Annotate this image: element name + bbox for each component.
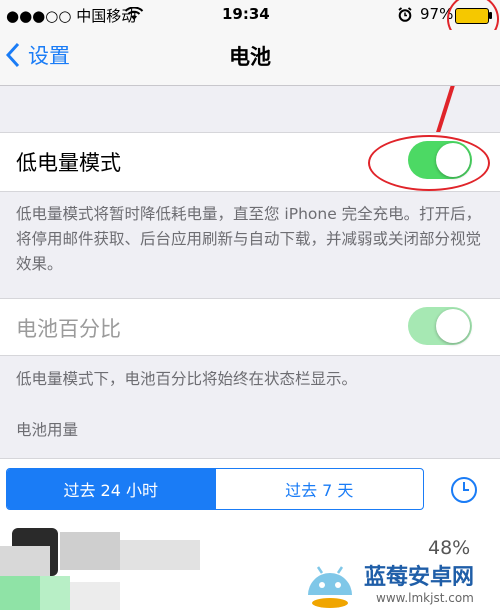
low-power-note: 低电量模式将暂时降低耗电量，直至您 iPhone 完全充电。打开后，将停用邮件获… <box>16 205 482 273</box>
carrier-label: ●●●○○ 中国移动 <box>6 7 137 25</box>
clock-icon[interactable] <box>450 476 478 504</box>
battery-percentage-toggle[interactable] <box>408 307 472 345</box>
page-title: 电池 <box>229 45 271 69</box>
usage-period-segmented-control[interactable]: 过去 24 小时 过去 7 天 <box>6 468 424 510</box>
android-logo-icon <box>308 566 352 608</box>
battery-percentage-label: 电池百分比 <box>16 317 121 341</box>
clock-time: 19:34 <box>222 5 270 23</box>
battery-percentage-note: 低电量模式下，电池百分比将始终在状态栏显示。 <box>16 370 358 388</box>
segment-last-24-hours[interactable]: 过去 24 小时 <box>7 469 215 509</box>
low-power-label: 低电量模式 <box>16 151 121 175</box>
usage-section-header: 电池用量 <box>16 421 79 439</box>
wifi-icon <box>124 7 144 20</box>
alarm-icon <box>398 7 412 22</box>
segment-last-7-days[interactable]: 过去 7 天 <box>214 469 424 509</box>
watermark: 蓝莓安卓网 www.lmkjst.com <box>300 555 500 613</box>
watermark-name: 蓝莓安卓网 <box>364 565 475 590</box>
annotation-circle-toggle <box>368 135 490 191</box>
toggle-knob <box>436 309 470 343</box>
blurred-app-info <box>0 522 220 613</box>
watermark-url: www.lmkjst.com <box>376 591 474 605</box>
